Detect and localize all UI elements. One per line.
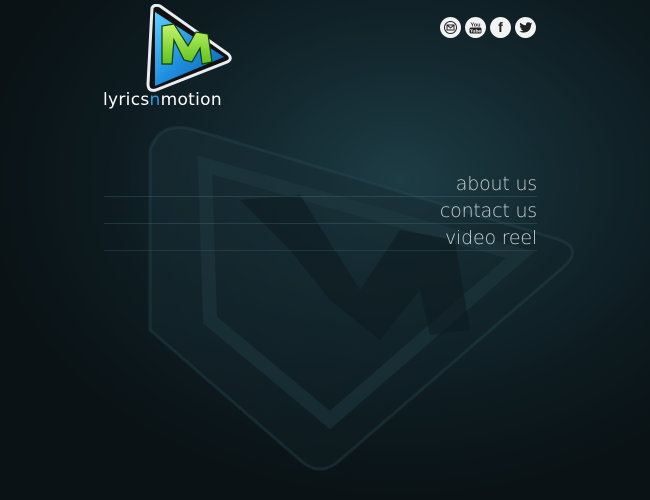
facebook-icon: f xyxy=(498,19,503,35)
nav-item-about-us[interactable]: about us xyxy=(104,170,537,197)
page: lyricsnmotion You Tube f about us contac… xyxy=(0,0,650,500)
social-links: You Tube f xyxy=(440,17,536,38)
logo-text-part1: lyrics xyxy=(103,90,150,110)
brand-logo[interactable]: lyricsnmotion xyxy=(100,4,245,114)
envelope-icon xyxy=(444,21,457,34)
facebook-link[interactable]: f xyxy=(490,17,511,38)
main-nav: about us contact us video reel xyxy=(104,170,537,251)
logo-text-part2: motion xyxy=(160,90,222,110)
youtube-icon: You Tube xyxy=(469,23,482,34)
logo-mark-icon xyxy=(146,4,232,92)
youtube-link[interactable]: You Tube xyxy=(465,17,486,38)
twitter-bird-icon xyxy=(518,21,532,33)
nav-item-contact-us[interactable]: contact us xyxy=(104,197,537,224)
logo-text-accent: n xyxy=(149,90,161,110)
twitter-link[interactable] xyxy=(515,17,536,38)
logo-wordmark: lyricsnmotion xyxy=(103,90,222,110)
youtube-text-bottom: Tube xyxy=(470,28,481,34)
nav-item-video-reel[interactable]: video reel xyxy=(104,224,537,251)
email-link[interactable] xyxy=(440,17,461,38)
